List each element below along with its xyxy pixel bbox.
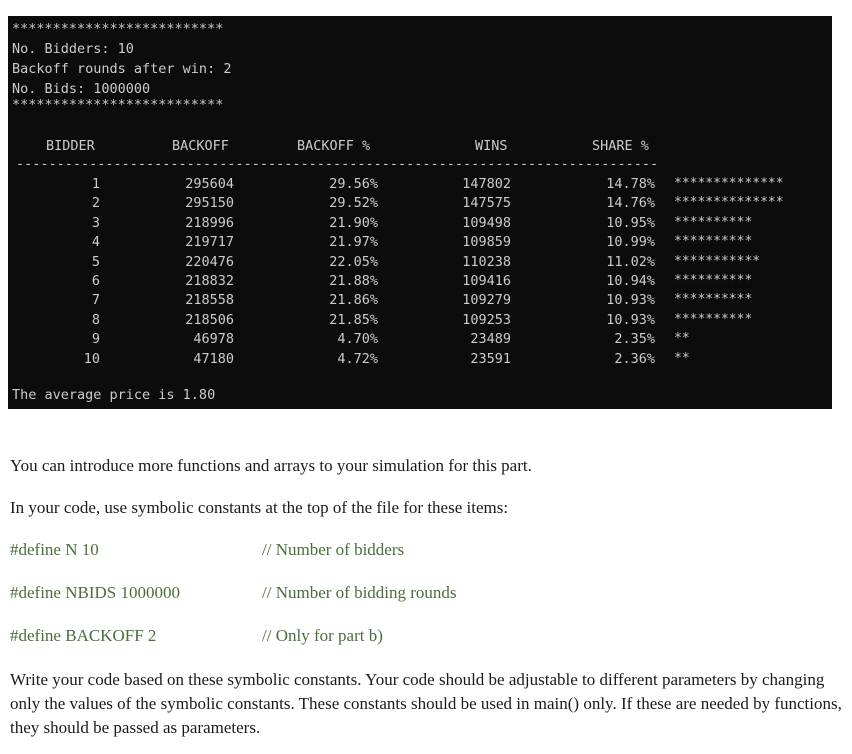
console-bidders-line: No. Bidders: 10 <box>12 41 134 57</box>
cell-bidder: 7 <box>91 292 100 309</box>
cell-backoff-pct: 4.72% <box>337 350 378 367</box>
cell-bidder: 9 <box>91 331 100 348</box>
cell-backoff-pct: 29.52% <box>329 195 378 212</box>
cell-wins: 109253 <box>462 311 511 328</box>
cell-bidder: 4 <box>91 234 100 251</box>
cell-bidder: 2 <box>91 195 100 212</box>
define-backoff: #define BACKOFF 2 <box>10 626 157 645</box>
cell-backoff-pct: 21.90% <box>329 214 378 231</box>
paragraph-instructions: Write your code based on these symbolic … <box>10 670 842 737</box>
share-bar: ** <box>674 350 690 366</box>
cell-bidder: 3 <box>91 214 100 231</box>
console-border-bottom: ************************** <box>12 97 224 113</box>
cell-bidder: 1 <box>91 176 100 192</box>
cell-backoff-pct: 29.56% <box>329 176 378 192</box>
cell-backoff-pct: 21.85% <box>329 311 378 328</box>
share-bar: ************** <box>674 195 784 211</box>
header-share-pct: SHARE % <box>592 138 649 154</box>
cell-backoff-pct: 21.97% <box>329 234 378 251</box>
share-bar: ********** <box>674 292 753 308</box>
cell-share-pct: 14.78% <box>606 176 655 192</box>
define-nbids: #define NBIDS 1000000 <box>10 583 180 602</box>
average-price-line: The average price is 1.80 <box>12 387 216 403</box>
share-bar: ********** <box>674 214 753 230</box>
cell-backoff-pct: 4.70% <box>337 331 378 348</box>
share-bar: ********** <box>674 234 753 250</box>
cell-bidder: 8 <box>91 311 100 328</box>
comment-backoff: // Only for part b) <box>262 626 383 645</box>
cell-backoff: 220476 <box>185 253 234 270</box>
cell-share-pct: 10.93% <box>606 311 655 328</box>
cell-wins: 109859 <box>462 234 511 251</box>
cell-backoff-pct: 21.86% <box>329 292 378 309</box>
define-n: #define N 10 <box>10 540 99 559</box>
cell-backoff: 219717 <box>185 234 234 251</box>
cell-share-pct: 10.95% <box>606 214 655 231</box>
cell-wins: 23489 <box>470 331 511 348</box>
share-bar: ********** <box>674 273 753 288</box>
cell-backoff: 218558 <box>185 292 234 309</box>
cell-share-pct: 2.36% <box>614 350 655 367</box>
cell-wins: 109279 <box>462 292 511 309</box>
cell-bidder: 10 <box>83 350 100 367</box>
cell-wins: 110238 <box>462 253 511 270</box>
paragraph-constants: In your code, use symbolic constants at … <box>10 498 509 517</box>
cell-wins: 147802 <box>462 176 511 192</box>
share-bar: *********** <box>674 253 761 269</box>
cell-backoff-pct: 21.88% <box>329 273 378 289</box>
cell-backoff: 46978 <box>193 331 234 348</box>
cell-share-pct: 2.35% <box>614 331 655 348</box>
share-bar: ** <box>674 331 690 347</box>
cell-backoff: 218832 <box>185 273 234 289</box>
header-wins: WINS <box>475 138 508 154</box>
cell-share-pct: 10.94% <box>606 273 655 289</box>
paragraph-intro: You can introduce more functions and arr… <box>10 456 532 475</box>
cell-backoff: 47180 <box>193 350 234 367</box>
header-backoff: BACKOFF <box>172 138 229 154</box>
cell-wins: 147575 <box>462 195 511 212</box>
console-border-top: ************************** <box>12 21 224 37</box>
cell-wins: 109498 <box>462 214 511 231</box>
cell-share-pct: 14.76% <box>606 195 655 212</box>
cell-backoff: 295604 <box>185 176 234 192</box>
header-bidder: BIDDER <box>46 138 95 154</box>
header-backoff-pct: BACKOFF % <box>297 138 371 154</box>
share-bar: ********** <box>674 311 753 327</box>
share-bar: ************** <box>674 176 784 191</box>
cell-share-pct: 11.02% <box>606 253 655 270</box>
table-divider: ----------------------------------------… <box>16 156 656 172</box>
cell-wins: 23591 <box>470 350 511 367</box>
console-backoff-line: Backoff rounds after win: 2 <box>12 61 232 77</box>
cell-wins: 109416 <box>462 273 511 289</box>
console-output: ************************** No. Bidders: … <box>8 16 832 409</box>
cell-bidder: 6 <box>91 273 100 289</box>
cell-share-pct: 10.93% <box>606 292 655 309</box>
cell-backoff: 218996 <box>185 214 234 231</box>
comment-nbids: // Number of bidding rounds <box>262 583 457 602</box>
comment-n: // Number of bidders <box>262 540 405 559</box>
cell-backoff: 218506 <box>185 311 234 328</box>
cell-backoff: 295150 <box>185 195 234 212</box>
cell-share-pct: 10.99% <box>606 234 655 251</box>
cell-bidder: 5 <box>91 253 100 270</box>
cell-backoff-pct: 22.05% <box>329 253 378 270</box>
